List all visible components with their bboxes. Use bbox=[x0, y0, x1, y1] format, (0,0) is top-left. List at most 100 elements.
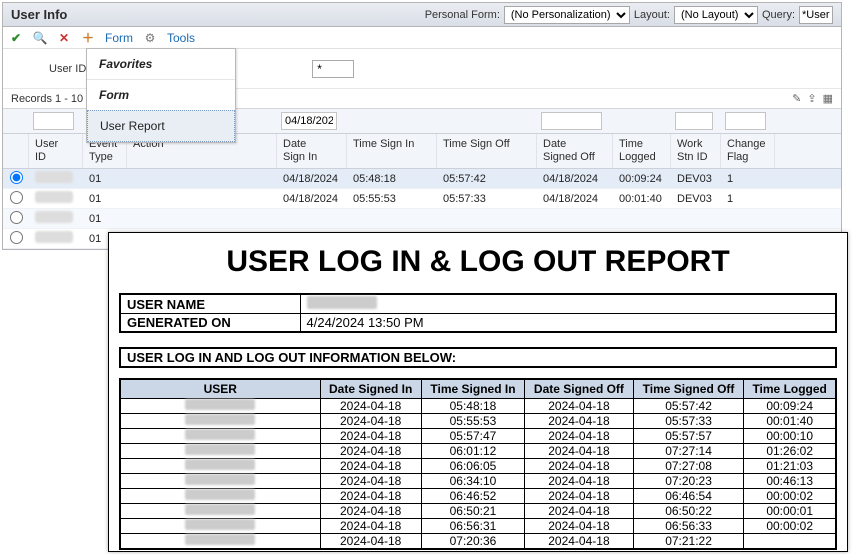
cell-time-sign-off: 05:57:42 bbox=[437, 171, 537, 187]
rcell-time-in: 05:55:53 bbox=[421, 414, 524, 429]
rcell-date-off: 2024-04-18 bbox=[525, 519, 634, 534]
cell-date-signed-off: 04/18/2024 bbox=[537, 171, 613, 187]
rcell-time-off: 07:27:14 bbox=[633, 444, 744, 459]
report-meta-table: USER NAME GENERATED ON 4/24/2024 13:50 P… bbox=[119, 293, 837, 333]
filter-date-sign-in[interactable] bbox=[281, 112, 337, 130]
form-dropdown: Favorites Form User Report bbox=[86, 48, 236, 143]
rcell-time-logged: 00:01:40 bbox=[744, 414, 836, 429]
rcol-date-in: Date Signed In bbox=[320, 379, 421, 399]
cell-date-signed-off bbox=[537, 217, 613, 221]
report-subtitle: USER LOG IN AND LOG OUT INFORMATION BELO… bbox=[127, 350, 829, 365]
filter-user-id[interactable] bbox=[33, 112, 74, 130]
titlebar: User Info Personal Form: (No Personaliza… bbox=[3, 3, 841, 27]
rcell-date-off: 2024-04-18 bbox=[525, 459, 634, 474]
col-time-logged[interactable]: TimeLogged bbox=[613, 134, 671, 168]
query-input[interactable] bbox=[799, 6, 833, 24]
edit-icon[interactable]: ✎ bbox=[792, 92, 801, 105]
window-title: User Info bbox=[11, 7, 67, 22]
personal-form-select[interactable]: (No Personalization) bbox=[504, 6, 630, 24]
cell-time-sign-off: 05:57:33 bbox=[437, 191, 537, 207]
cell-work-stn bbox=[671, 217, 721, 221]
rcell-time-off: 07:27:08 bbox=[633, 459, 744, 474]
filter-change-flag[interactable] bbox=[725, 112, 766, 130]
cell-event-type: 01 bbox=[83, 171, 127, 187]
meta-generated-on-label: GENERATED ON bbox=[120, 314, 300, 333]
rcell-time-in: 06:46:52 bbox=[421, 489, 524, 504]
rcell-user bbox=[120, 429, 320, 444]
dropdown-item-favorites[interactable]: Favorites bbox=[87, 49, 235, 79]
rcell-time-logged: 01:26:02 bbox=[744, 444, 836, 459]
rcell-date-in: 2024-04-18 bbox=[320, 444, 421, 459]
rcell-time-off: 06:50:22 bbox=[633, 504, 744, 519]
col-date-signed-off[interactable]: DateSigned Off bbox=[537, 134, 613, 168]
rcell-date-off: 2024-04-18 bbox=[525, 444, 634, 459]
rcell-time-off: 05:57:42 bbox=[633, 399, 744, 414]
report-table: USER Date Signed In Time Signed In Date … bbox=[119, 378, 837, 550]
ok-icon[interactable]: ✔ bbox=[9, 31, 23, 45]
cell-action bbox=[127, 177, 277, 181]
star-input[interactable] bbox=[312, 60, 354, 78]
personal-form-label: Personal Form: bbox=[425, 9, 500, 21]
col-user-id[interactable]: UserID bbox=[29, 134, 83, 168]
filter-date-signed-off[interactable] bbox=[541, 112, 602, 130]
report-row: 2024-04-1806:56:312024-04-1806:56:3300:0… bbox=[120, 519, 836, 534]
rcol-time-logged: Time Logged bbox=[744, 379, 836, 399]
rcell-user bbox=[120, 534, 320, 550]
rcell-time-off: 06:56:33 bbox=[633, 519, 744, 534]
col-work-stn[interactable]: WorkStn ID bbox=[671, 134, 721, 168]
close-icon[interactable]: ✕ bbox=[57, 31, 71, 45]
table-row[interactable]: 01 bbox=[3, 209, 841, 229]
col-time-sign-in[interactable]: Time Sign In bbox=[347, 134, 437, 168]
col-date-sign-in[interactable]: DateSign In bbox=[277, 134, 347, 168]
cell-work-stn: DEV03 bbox=[671, 191, 721, 207]
cell-event-type: 01 bbox=[83, 211, 127, 227]
rcell-date-off: 2024-04-18 bbox=[525, 414, 634, 429]
rcell-time-logged bbox=[744, 534, 836, 550]
dropdown-item-user-report[interactable]: User Report bbox=[87, 110, 235, 142]
rcell-date-in: 2024-04-18 bbox=[320, 534, 421, 550]
table-row[interactable]: 0104/18/202405:48:1805:57:4204/18/202400… bbox=[3, 169, 841, 189]
row-radio[interactable] bbox=[10, 231, 23, 244]
col-time-sign-off[interactable]: Time Sign Off bbox=[437, 134, 537, 168]
report-row: 2024-04-1806:34:102024-04-1807:20:2300:4… bbox=[120, 474, 836, 489]
rcell-time-logged: 00:00:02 bbox=[744, 519, 836, 534]
row-radio[interactable] bbox=[10, 171, 23, 184]
rcell-time-in: 06:56:31 bbox=[421, 519, 524, 534]
rcell-time-off: 07:20:23 bbox=[633, 474, 744, 489]
form-menu[interactable]: Form bbox=[105, 31, 133, 45]
rcell-user bbox=[120, 489, 320, 504]
cell-change-flag bbox=[721, 217, 775, 221]
toolbar: ✔ 🔍 ✕ ＋ Form ⚙ Tools bbox=[3, 27, 841, 49]
rcol-user: USER bbox=[120, 379, 320, 399]
rcell-date-in: 2024-04-18 bbox=[320, 474, 421, 489]
dropdown-item-form[interactable]: Form bbox=[87, 79, 235, 110]
filter-work-stn[interactable] bbox=[675, 112, 713, 130]
cell-time-logged: 00:09:24 bbox=[613, 171, 671, 187]
report-row: 2024-04-1806:46:522024-04-1806:46:5400:0… bbox=[120, 489, 836, 504]
export-icon[interactable]: ⇪ bbox=[807, 92, 816, 105]
rcell-date-in: 2024-04-18 bbox=[320, 459, 421, 474]
rcell-time-off: 07:21:22 bbox=[633, 534, 744, 550]
row-radio[interactable] bbox=[10, 191, 23, 204]
rcol-date-off: Date Signed Off bbox=[525, 379, 634, 399]
user-id-label: User ID bbox=[49, 63, 86, 75]
rcell-user bbox=[120, 474, 320, 489]
rcell-time-off: 05:57:33 bbox=[633, 414, 744, 429]
rcell-user bbox=[120, 414, 320, 429]
tools-menu[interactable]: Tools bbox=[167, 31, 195, 45]
report-row: 2024-04-1806:50:212024-04-1806:50:2200:0… bbox=[120, 504, 836, 519]
cell-time-logged bbox=[613, 217, 671, 221]
search-icon[interactable]: 🔍 bbox=[33, 31, 47, 45]
cell-action bbox=[127, 217, 277, 221]
add-icon[interactable]: ＋ bbox=[81, 31, 95, 45]
layout-select[interactable]: (No Layout) bbox=[674, 6, 758, 24]
gear-icon[interactable]: ⚙ bbox=[143, 31, 157, 45]
grid-settings-icon[interactable]: ▦ bbox=[823, 92, 833, 105]
report-row: 2024-04-1805:48:182024-04-1805:57:4200:0… bbox=[120, 399, 836, 414]
cell-time-logged: 00:01:40 bbox=[613, 191, 671, 207]
cell-time-sign-in: 05:55:53 bbox=[347, 191, 437, 207]
rcell-time-off: 05:57:57 bbox=[633, 429, 744, 444]
table-row[interactable]: 0104/18/202405:55:5305:57:3304/18/202400… bbox=[3, 189, 841, 209]
col-change-flag[interactable]: ChangeFlag bbox=[721, 134, 775, 168]
row-radio[interactable] bbox=[10, 211, 23, 224]
